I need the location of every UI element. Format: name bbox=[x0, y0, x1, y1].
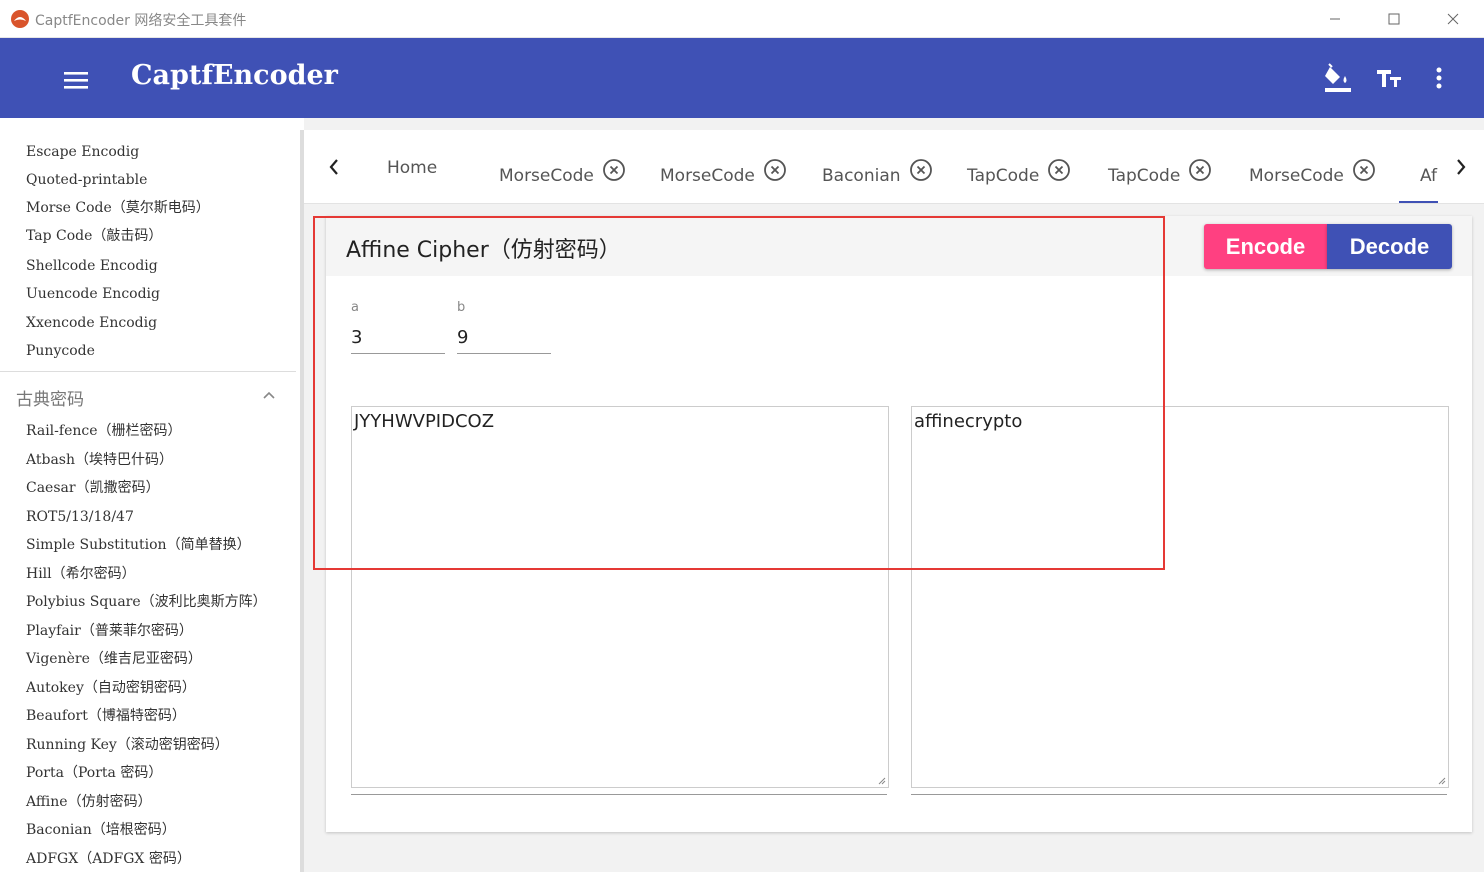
sidebar-item-rot[interactable]: ROT5/13/18/47 bbox=[26, 508, 134, 526]
decode-button[interactable]: Decode bbox=[1327, 224, 1452, 269]
sidebar-item-caesar[interactable]: Caesar（凯撒密码） bbox=[26, 479, 160, 497]
sidebar-item-rail-fence[interactable]: Rail-fence（栅栏密码） bbox=[26, 422, 182, 440]
sidebar-item-affine[interactable]: Affine（仿射密码） bbox=[26, 793, 152, 811]
sidebar-item-atbash[interactable]: Atbash（埃特巴什码） bbox=[26, 451, 173, 469]
tab-tapcode-1[interactable]: TapCode bbox=[967, 152, 1071, 188]
active-tab-indicator bbox=[1399, 201, 1439, 203]
tab-tapcode-2[interactable]: TapCode bbox=[1108, 152, 1212, 188]
close-tab-icon[interactable] bbox=[763, 158, 787, 182]
maximize-button[interactable] bbox=[1365, 0, 1423, 38]
sidebar-item-simple-substitution[interactable]: Simple Substitution（简单替换） bbox=[26, 536, 251, 554]
tab-scroll-right-button[interactable] bbox=[1438, 130, 1484, 203]
highlight-box bbox=[313, 216, 1165, 570]
close-tab-icon[interactable] bbox=[1188, 158, 1212, 182]
app-logo-icon bbox=[11, 10, 29, 28]
sidebar-item-playfair[interactable]: Playfair（普莱菲尔密码） bbox=[26, 622, 193, 640]
tab-affine[interactable]: Af bbox=[1420, 152, 1440, 188]
tab-scroll-left-button[interactable] bbox=[308, 130, 360, 203]
sidebar-item-beaufort[interactable]: Beaufort（博福特密码） bbox=[26, 707, 186, 725]
more-vert-icon bbox=[1436, 67, 1442, 89]
chevron-up-icon[interactable] bbox=[262, 390, 276, 400]
sidebar-item-baconian[interactable]: Baconian（培根密码） bbox=[26, 821, 176, 839]
tab-morsecode-1[interactable]: MorseCode bbox=[499, 152, 626, 188]
close-window-button[interactable] bbox=[1424, 0, 1482, 38]
sidebar-item-polybius[interactable]: Polybius Square（波利比奥斯方阵） bbox=[26, 593, 267, 611]
tab-label: Home bbox=[387, 158, 438, 178]
sidebar-item-morse[interactable]: Morse Code（莫尔斯电码） bbox=[26, 199, 210, 217]
more-options-button[interactable] bbox=[1421, 60, 1457, 96]
plaintext-underline bbox=[911, 794, 1447, 795]
paint-bucket-icon bbox=[1325, 63, 1351, 92]
tab-label: MorseCode bbox=[1249, 166, 1344, 186]
sidebar-item-hill[interactable]: Hill（希尔密码） bbox=[26, 565, 136, 583]
close-tab-icon[interactable] bbox=[602, 158, 626, 182]
text-size-icon bbox=[1377, 70, 1401, 87]
app-bar: CaptfEncoder bbox=[0, 38, 1484, 118]
tab-label: TapCode bbox=[967, 166, 1040, 186]
minimize-icon bbox=[1330, 18, 1340, 20]
sidebar-item-tapcode[interactable]: Tap Code（敲击码） bbox=[26, 227, 162, 245]
resize-grip-icon[interactable] bbox=[1436, 775, 1446, 785]
sidebar-group-classic[interactable]: 古典密码 bbox=[16, 385, 84, 410]
sidebar-item-escape[interactable]: Escape Encodig bbox=[26, 143, 139, 161]
encode-button[interactable]: Encode bbox=[1204, 224, 1327, 269]
close-tab-icon[interactable] bbox=[1352, 158, 1376, 182]
sidebar-item-autokey[interactable]: Autokey（自动密钥密码） bbox=[26, 679, 196, 697]
sidebar-item-punycode[interactable]: Punycode bbox=[26, 342, 95, 360]
sidebar-item-running-key[interactable]: Running Key（滚动密钥密码） bbox=[26, 736, 229, 754]
minimize-button[interactable] bbox=[1306, 0, 1364, 38]
window-title: CaptfEncoder 网络安全工具套件 bbox=[35, 13, 247, 29]
tab-baconian[interactable]: Baconian bbox=[822, 152, 933, 188]
resize-grip-icon[interactable] bbox=[876, 775, 886, 785]
theme-button[interactable] bbox=[1320, 60, 1356, 96]
tab-label: TapCode bbox=[1108, 166, 1181, 186]
tab-label: MorseCode bbox=[499, 166, 594, 186]
tab-morsecode-2[interactable]: MorseCode bbox=[660, 152, 787, 188]
sidebar-item-porta[interactable]: Porta（Porta 密码） bbox=[26, 764, 162, 782]
sidebar-item-quoted-printable[interactable]: Quoted-printable bbox=[26, 171, 147, 189]
tab-label: Af bbox=[1420, 166, 1438, 186]
close-tab-icon[interactable] bbox=[1047, 158, 1071, 182]
tab-label: MorseCode bbox=[660, 166, 755, 186]
window-titlebar: CaptfEncoder 网络安全工具套件 bbox=[0, 0, 1484, 38]
menu-icon[interactable] bbox=[62, 70, 90, 90]
sidebar-item-vigenere[interactable]: Vigenère（维吉尼亚密码） bbox=[26, 650, 202, 668]
sidebar-item-uuencode[interactable]: Uuencode Encodig bbox=[26, 285, 160, 303]
ciphertext-underline bbox=[351, 794, 887, 795]
tab-bar: Home MorseCode MorseCode Baconian TapCod… bbox=[304, 130, 1484, 204]
sidebar-item-shellcode[interactable]: Shellcode Encodig bbox=[26, 257, 158, 275]
sidebar-item-adfgx[interactable]: ADFGX（ADFGX 密码） bbox=[26, 850, 191, 868]
tab-morsecode-3[interactable]: MorseCode bbox=[1249, 152, 1376, 188]
sidebar: Escape Encodig Quoted-printable Morse Co… bbox=[0, 118, 300, 872]
maximize-icon bbox=[1388, 13, 1400, 25]
font-size-button[interactable] bbox=[1371, 60, 1407, 96]
sidebar-item-xxencode[interactable]: Xxencode Encodig bbox=[26, 314, 157, 332]
app-title: CaptfEncoder bbox=[131, 60, 338, 91]
tab-label: Baconian bbox=[822, 166, 901, 186]
close-icon bbox=[1447, 13, 1459, 25]
tab-home[interactable]: Home bbox=[387, 150, 437, 186]
chevron-right-icon bbox=[1457, 159, 1466, 175]
chevron-left-icon bbox=[329, 159, 338, 175]
sidebar-divider bbox=[0, 371, 296, 372]
close-tab-icon[interactable] bbox=[909, 158, 933, 182]
